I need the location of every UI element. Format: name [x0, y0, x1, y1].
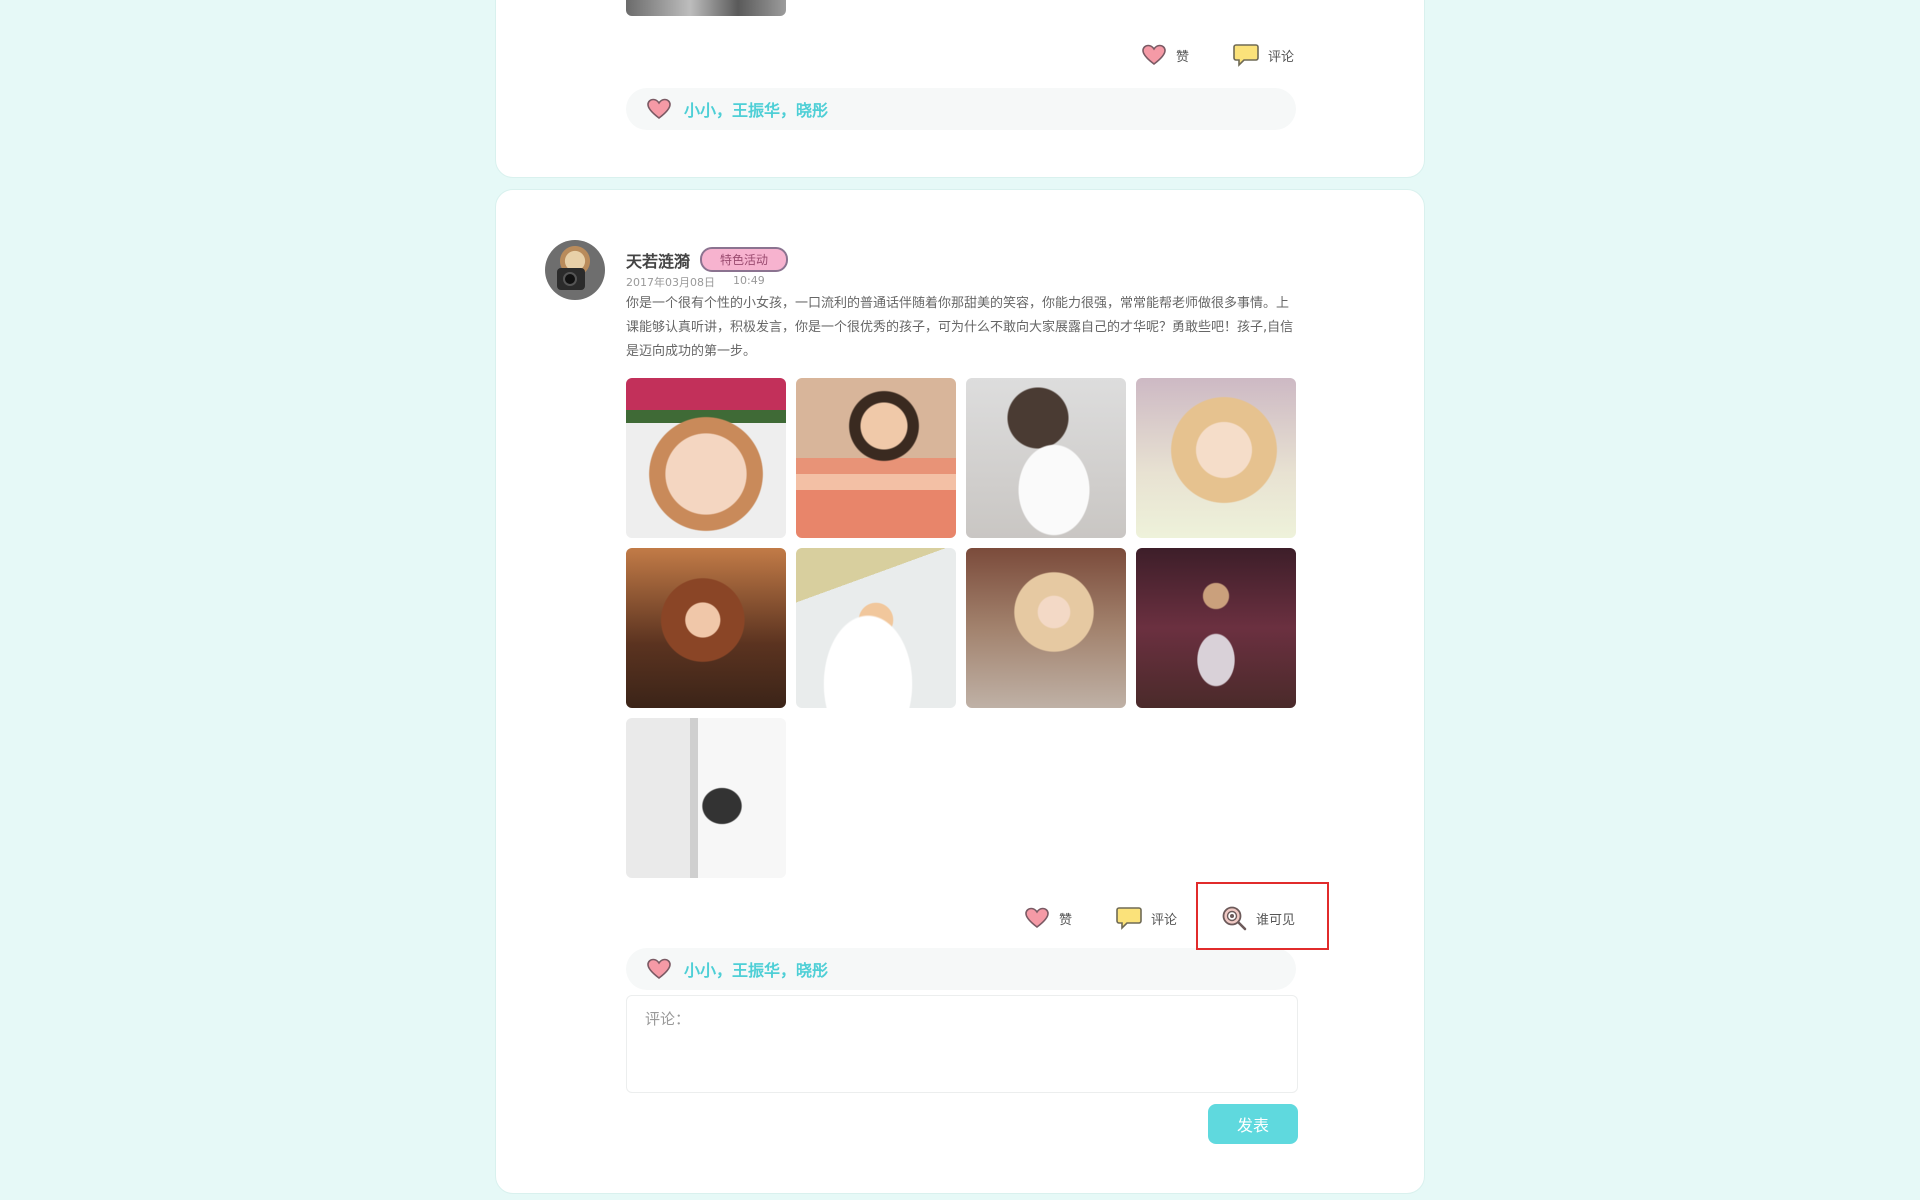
photo-grid [626, 378, 1298, 878]
camera-lens-shape [563, 272, 577, 286]
comment-label: 评论 [1267, 49, 1294, 65]
photo-thumbnail[interactable] [966, 548, 1126, 708]
photo-thumbnail[interactable] [796, 378, 956, 538]
previous-post-actions: 赞 评论 [1141, 43, 1294, 67]
likes-bar: 小小，王振华，晓彤 [626, 948, 1296, 990]
likes-bar: 小小，王振华，晓彤 [626, 88, 1296, 130]
like-button[interactable]: 赞 [1024, 907, 1072, 929]
submit-comment-button[interactable]: 发表 [1208, 1104, 1298, 1144]
comment-button[interactable]: 评论 [1233, 43, 1294, 67]
activity-tag[interactable]: 特色活动 [700, 247, 789, 272]
photo-thumbnail[interactable] [626, 378, 786, 538]
user-name[interactable]: 天若涟漪 [626, 248, 690, 272]
comment-button[interactable]: 评论 [1116, 906, 1177, 930]
heart-icon [1142, 44, 1166, 66]
avatar[interactable] [545, 240, 605, 300]
speech-bubble-icon [1116, 907, 1142, 930]
comment-input[interactable] [626, 995, 1298, 1093]
heart-icon [647, 958, 671, 980]
liked-by-names[interactable]: 小小，王振华，晓彤 [684, 957, 828, 981]
previous-post-card: 赞 评论 小小，王振华，晓彤 [495, 0, 1425, 178]
like-label: 赞 [1175, 49, 1189, 65]
post-card: 天若涟漪 特色活动 2017年03月08日 10:49 你是一个很有个性的小女孩… [495, 189, 1425, 1194]
heart-icon [647, 98, 671, 120]
post-text: 你是一个很有个性的小女孩，一口流利的普通话伴随着你那甜美的笑容，你能力很强，常常… [626, 296, 1294, 359]
heart-icon [1025, 907, 1049, 929]
liked-by-names[interactable]: 小小，王振华，晓彤 [684, 97, 828, 121]
photo-thumbnail[interactable] [796, 548, 956, 708]
speech-bubble-icon [1233, 44, 1259, 67]
post-timestamp: 2017年03月08日 10:49 [626, 274, 765, 290]
photo-thumbnail[interactable] [626, 548, 786, 708]
like-button[interactable]: 赞 [1141, 44, 1189, 66]
post-time: 10:49 [733, 274, 765, 287]
post-header: 天若涟漪 特色活动 [626, 247, 789, 272]
photo-thumbnail[interactable] [1136, 378, 1296, 538]
comment-label: 评论 [1150, 912, 1177, 928]
previous-post-photo[interactable] [626, 0, 786, 16]
like-label: 赞 [1058, 912, 1072, 928]
visibility-highlight-box [1196, 882, 1329, 950]
photo-thumbnail[interactable] [626, 718, 786, 878]
photo-thumbnail[interactable] [1136, 548, 1296, 708]
photo-thumbnail[interactable] [966, 378, 1126, 538]
post-date: 2017年03月08日 [626, 276, 715, 289]
